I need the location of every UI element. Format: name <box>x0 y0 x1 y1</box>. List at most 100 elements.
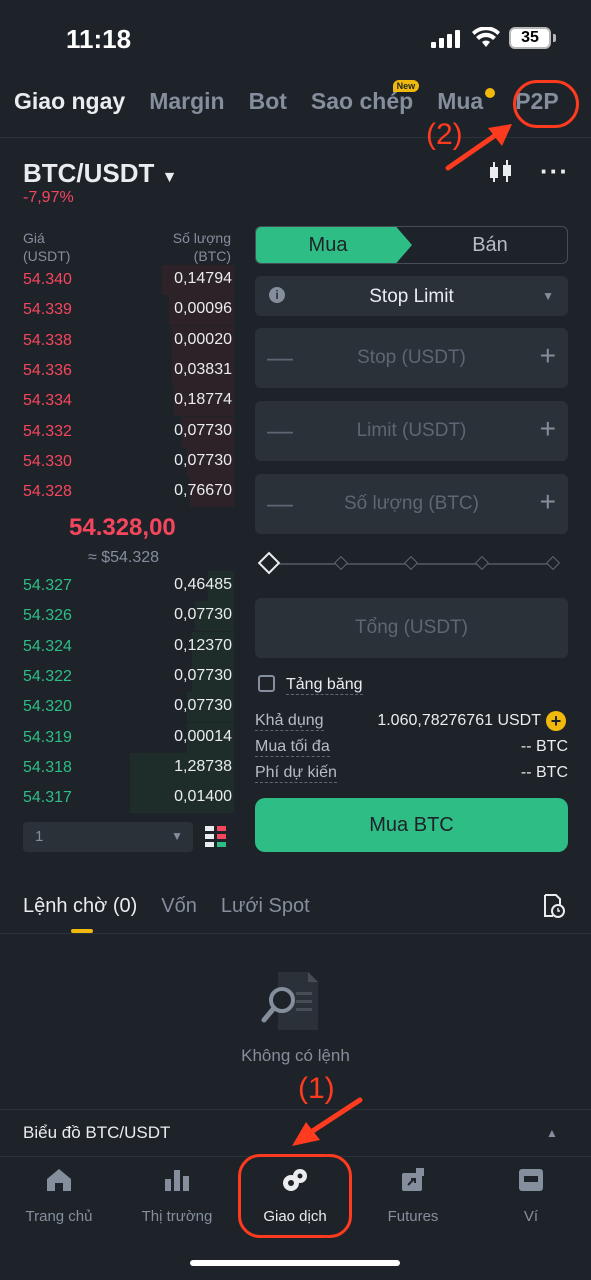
tab-spot[interactable]: Giao ngay <box>14 88 125 115</box>
ask-price: 54.336 <box>23 361 72 379</box>
stop-price-field[interactable]: — Stop (USDT) + <box>255 328 568 388</box>
qty-header: Số lượng (BTC) <box>172 230 231 264</box>
battery-icon: 35 <box>509 27 551 49</box>
depth-precision-select[interactable]: 1 ▼ <box>23 822 193 852</box>
bid-row[interactable]: 54.318 1,28738 <box>0 752 234 783</box>
cellular-signal-icon <box>431 30 460 48</box>
bid-row[interactable]: 54.327 0,46485 <box>0 571 234 601</box>
orderbook-layout-icon[interactable] <box>205 826 227 848</box>
annotation-arrow-icon <box>292 1097 363 1146</box>
nav-home[interactable]: Trang chủ <box>0 1167 118 1225</box>
tab-buy[interactable]: Mua <box>437 88 496 115</box>
fee-label: Phí dự kiến <box>255 764 337 783</box>
chevron-down-icon: ▼ <box>161 169 178 186</box>
sell-tab[interactable]: Bán <box>412 227 567 263</box>
slider-step-100[interactable] <box>545 555 561 571</box>
bid-price: 54.327 <box>23 577 72 594</box>
nav-wallet[interactable]: Ví <box>472 1167 590 1225</box>
ask-qty: 0,07730 <box>174 451 232 469</box>
last-price: 54.328,00 <box>69 514 176 541</box>
bid-row[interactable]: 54.326 0,07730 <box>0 601 234 632</box>
buy-sell-toggle: Mua Bán <box>255 226 568 264</box>
ask-row[interactable]: 54.336 0,03831 <box>0 355 234 386</box>
tab-copy-trading[interactable]: Sao chép New <box>311 80 420 115</box>
bid-qty: 0,07730 <box>174 606 232 624</box>
bid-qty: 0,12370 <box>174 636 232 654</box>
home-icon <box>47 1169 71 1191</box>
slider-step-75[interactable] <box>474 555 490 571</box>
order-type-select[interactable]: i Stop Limit ▼ <box>255 276 568 316</box>
slider-handle[interactable] <box>257 551 281 575</box>
bid-price: 54.322 <box>23 667 72 685</box>
orders-tab-bar: Lệnh chờ (0) Vốn Lưới Spot <box>23 895 310 918</box>
ask-qty: 0,18774 <box>174 391 232 409</box>
buy-btc-button[interactable]: Mua BTC <box>255 798 568 852</box>
plus-icon[interactable]: + <box>540 340 556 372</box>
tab-spot-grid[interactable]: Lưới Spot <box>221 895 310 918</box>
iceberg-checkbox[interactable] <box>258 675 275 692</box>
bid-row[interactable]: 54.317 0,01400 <box>0 783 234 814</box>
bid-qty: 0,07730 <box>174 666 232 684</box>
max-buy-value: -- BTC <box>520 738 568 755</box>
last-price-usd: ≈ $54.328 <box>88 549 160 566</box>
tab-margin[interactable]: Margin <box>149 88 224 115</box>
ask-row[interactable]: 54.339 0,00096 <box>0 295 234 326</box>
top-tab-bar: Giao ngay Margin Bot Sao chép New Mua P2P <box>14 80 559 115</box>
ask-price: 54.332 <box>23 422 72 440</box>
quantity-field[interactable]: — Số lượng (BTC) + <box>255 474 568 534</box>
tab-open-orders[interactable]: Lệnh chờ (0) <box>23 895 137 918</box>
ask-row[interactable]: 54.330 0,07730 <box>0 446 234 477</box>
slider-step-50[interactable] <box>403 555 419 571</box>
ask-qty: 0,76670 <box>174 482 232 500</box>
add-funds-icon[interactable]: + <box>546 711 566 731</box>
iceberg-label: Tảng băng <box>286 676 363 695</box>
notification-dot <box>485 88 496 98</box>
bid-row[interactable]: 54.324 0,12370 <box>0 631 234 662</box>
ask-row[interactable]: 54.328 0,76670 <box>0 477 234 508</box>
total-field[interactable]: Tổng (USDT) <box>255 598 568 658</box>
ask-row[interactable]: 54.338 0,00020 <box>0 325 234 356</box>
candlestick-chart-icon[interactable] <box>487 160 515 184</box>
max-buy-label: Mua tối đa <box>255 738 330 757</box>
new-badge: New <box>392 80 420 92</box>
tab-funds[interactable]: Vốn <box>161 895 197 918</box>
ask-price: 54.340 <box>23 271 72 288</box>
bid-row[interactable]: 54.322 0,07730 <box>0 661 234 692</box>
caret-down-icon: ▼ <box>171 829 183 843</box>
plus-icon[interactable]: + <box>540 413 556 445</box>
nav-futures[interactable]: Futures <box>354 1167 472 1225</box>
order-history-icon[interactable] <box>543 894 565 918</box>
ask-row[interactable]: 54.332 0,07730 <box>0 416 234 447</box>
divider <box>0 933 591 934</box>
bid-price: 54.318 <box>23 758 72 776</box>
ask-qty: 0,07730 <box>174 421 232 439</box>
slider-step-25[interactable] <box>333 555 349 571</box>
buy-tab[interactable]: Mua <box>256 227 412 263</box>
more-menu-icon[interactable]: ··· <box>540 156 569 187</box>
bid-qty: 1,28738 <box>174 757 232 775</box>
chevron-up-icon[interactable]: ▲ <box>546 1126 558 1140</box>
tab-bot[interactable]: Bot <box>249 88 287 115</box>
ask-qty: 0,03831 <box>174 360 232 378</box>
bid-row[interactable]: 54.319 0,00014 <box>0 722 234 753</box>
plus-icon[interactable]: + <box>540 486 556 518</box>
ask-price: 54.334 <box>23 392 72 410</box>
ask-row[interactable]: 54.340 0,14794 <box>0 265 234 295</box>
bid-price: 54.324 <box>23 637 72 655</box>
bid-row[interactable]: 54.320 0,07730 <box>0 692 234 723</box>
annotation-circle-trade <box>238 1154 352 1238</box>
pair-selector[interactable]: BTC/USDT ▼ <box>23 158 178 189</box>
nav-markets[interactable]: Thị trường <box>118 1167 236 1225</box>
ask-qty: 0,00096 <box>174 300 232 318</box>
empty-orders-text: Không có lệnh <box>241 1046 350 1065</box>
ask-price: 54.330 <box>23 452 72 470</box>
bid-price: 54.319 <box>23 728 72 746</box>
no-orders-icon <box>261 972 318 1030</box>
home-indicator <box>190 1260 400 1266</box>
status-time: 11:18 <box>66 24 132 54</box>
bid-qty: 0,01400 <box>174 788 232 806</box>
limit-price-field[interactable]: — Limit (USDT) + <box>255 401 568 461</box>
bid-qty: 0,46485 <box>174 576 232 593</box>
ask-row[interactable]: 54.334 0,18774 <box>0 386 234 417</box>
price-header: Giá (USDT) <box>23 230 71 264</box>
